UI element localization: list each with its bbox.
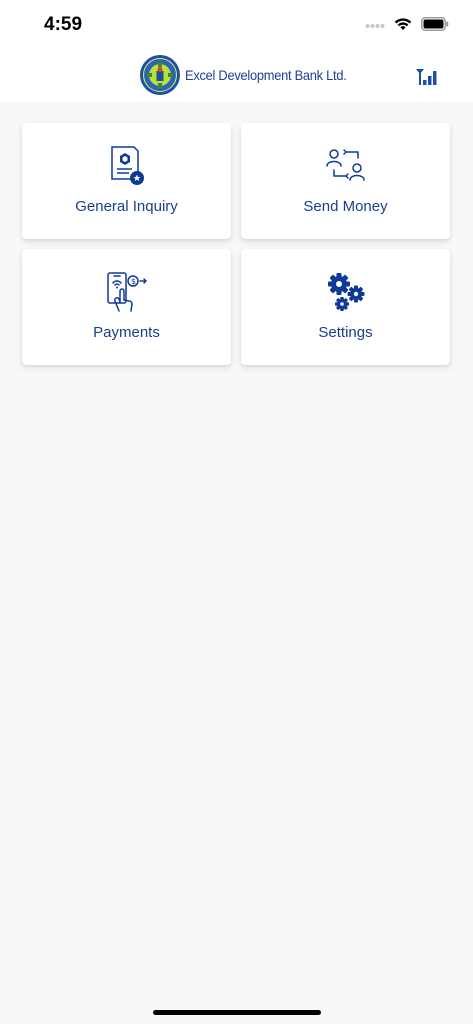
document-icon — [110, 146, 144, 185]
bank-name: Excel Development Bank Ltd. — [185, 67, 347, 83]
cellular-signal-icon — [365, 24, 385, 28]
general-inquiry-card[interactable]: General Inquiry — [22, 123, 231, 239]
payments-label: Payments — [93, 324, 160, 341]
svg-text:$: $ — [131, 277, 136, 286]
app-header: Excel Development Bank Ltd. — [0, 52, 473, 102]
bank-emblem-icon — [140, 55, 180, 95]
transfer-users-icon — [325, 149, 365, 181]
signal-strength-icon[interactable] — [415, 68, 439, 86]
send-money-label: Send Money — [303, 198, 388, 215]
payments-card[interactable]: $ Payments — [22, 249, 231, 365]
status-icons — [365, 17, 449, 31]
settings-card[interactable]: Settings — [241, 249, 450, 365]
status-time: 4:59 — [44, 14, 83, 35]
home-indicator[interactable] — [153, 1010, 321, 1015]
settings-label: Settings — [318, 324, 373, 341]
mobile-payment-icon: $ — [106, 272, 147, 312]
general-inquiry-label: General Inquiry — [75, 198, 178, 215]
gears-icon — [327, 273, 364, 311]
status-bar: 4:59 — [0, 0, 473, 52]
battery-icon — [421, 17, 449, 31]
send-money-card[interactable]: Send Money — [241, 123, 450, 239]
wifi-icon — [394, 18, 412, 30]
bank-logo: Excel Development Bank Ltd. — [139, 54, 361, 96]
